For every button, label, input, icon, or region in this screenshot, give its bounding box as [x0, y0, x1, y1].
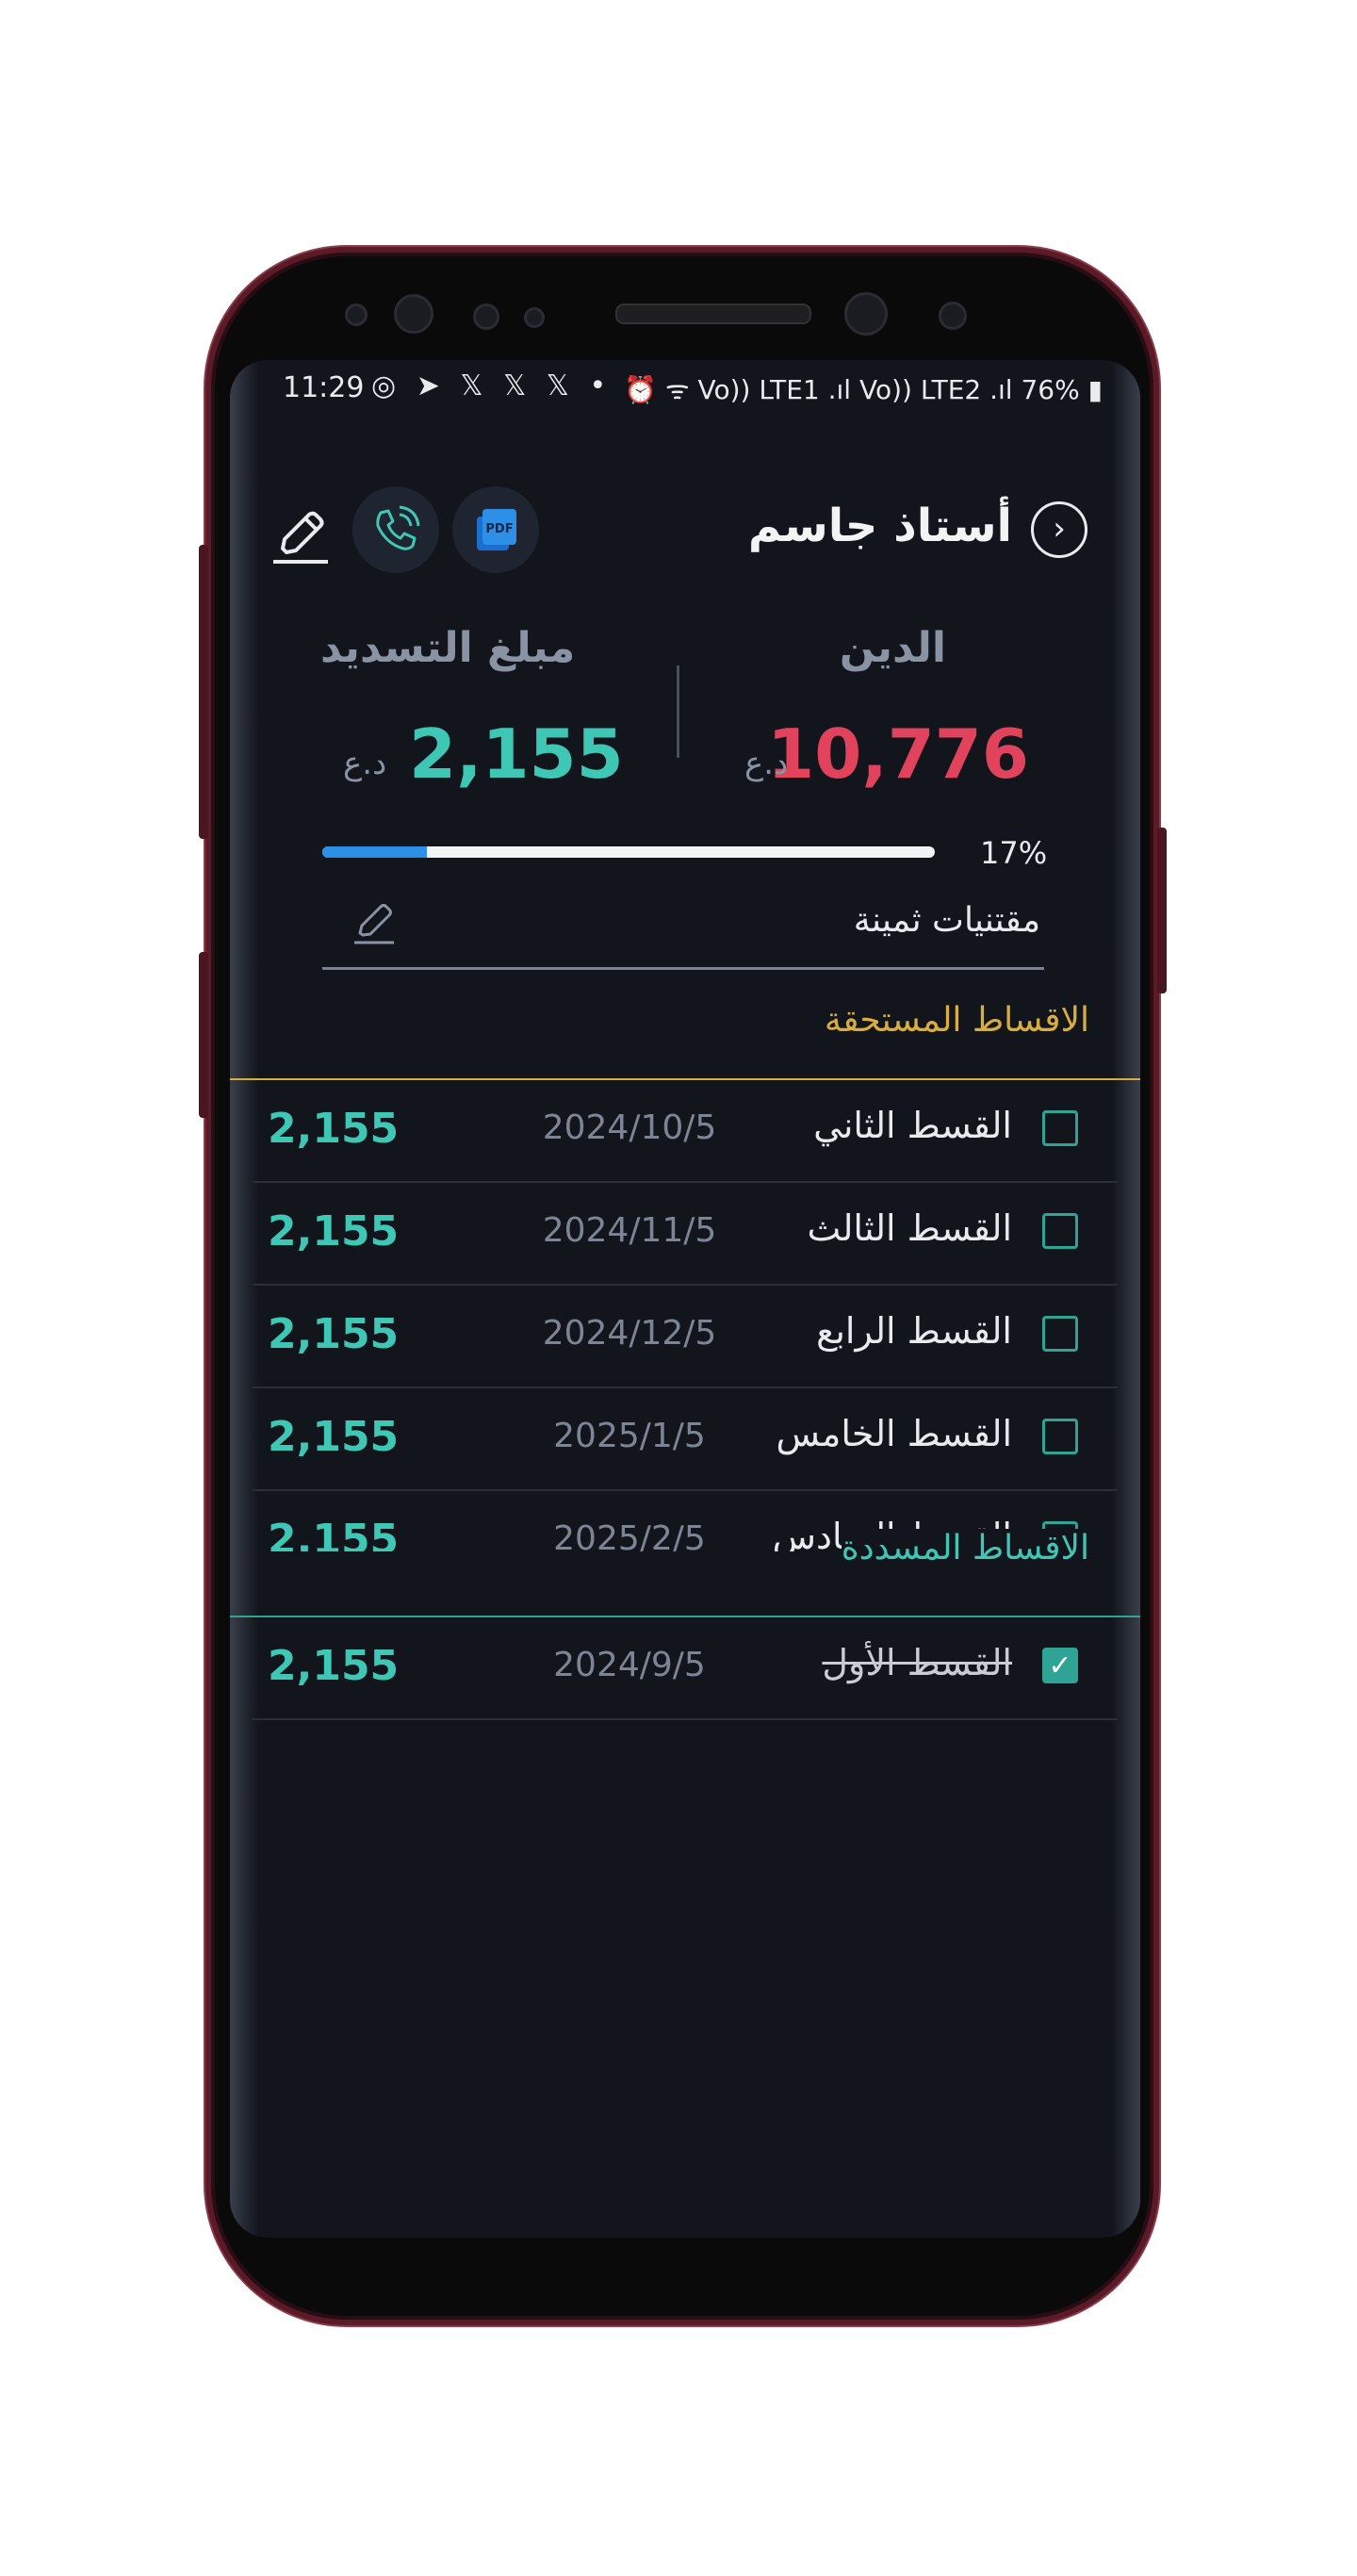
installment-date: 2024/9/5 [553, 1646, 706, 1684]
installment-checkbox[interactable] [1042, 1419, 1078, 1454]
debt-value: 10,776 [767, 714, 1029, 794]
app-header: › أستاذ جاسم PDF [230, 473, 1140, 586]
installment-row[interactable]: ✓ القسط الأول 2024/9/5 2,155 [253, 1617, 1118, 1720]
back-button[interactable]: › [1031, 501, 1087, 558]
progress-fill [322, 846, 427, 858]
pdf-icon: PDF [477, 509, 516, 550]
paid-installments-list[interactable]: ✓ القسط الأول 2024/9/5 2,155 [253, 1617, 1118, 1721]
debt-summary: الدين مبلغ التسديد 10,776 د.ع 2,155 د.ع [230, 624, 1140, 812]
paid-installments-title: الاقساط المسددة [841, 1529, 1089, 1567]
installment-date: 2025/2/5 [553, 1519, 706, 1551]
due-installments-list[interactable]: القسط الثاني 2024/10/5 2,155 القسط الثال… [253, 1080, 1118, 1551]
note-text: مقتنيات ثمينة [853, 901, 1040, 940]
svg-text:PDF: PDF [485, 522, 513, 536]
installment-name: القسط الثاني [813, 1105, 1012, 1146]
edit-button[interactable] [271, 507, 330, 566]
installment-name: القسط الأول [822, 1642, 1012, 1683]
installment-amount: 2,155 [268, 1310, 400, 1358]
installment-name: القسط الرابع [816, 1310, 1012, 1352]
installment-amount: 2,155 [268, 1642, 400, 1690]
sensor-icon [345, 304, 368, 326]
installment-row[interactable]: القسط الرابع 2024/12/5 2,155 [253, 1286, 1118, 1388]
call-button[interactable] [352, 486, 439, 573]
edit-note-button[interactable] [351, 899, 398, 946]
status-time: 11:29 [283, 371, 365, 404]
installment-date: 2024/10/5 [542, 1108, 717, 1147]
volume-down-button [199, 952, 208, 1118]
sensor-icon [394, 294, 433, 334]
installment-amount: 2,155 [268, 1105, 400, 1153]
debt-label: الدين [839, 624, 946, 672]
page-title: أستاذ جاسم [747, 500, 1012, 552]
earpiece-speaker [615, 304, 811, 324]
payment-currency: د.ع [343, 745, 387, 782]
note-field[interactable]: مقتنيات ثمينة [322, 888, 1044, 970]
power-button [1157, 828, 1167, 993]
progress-percent: 17% [980, 835, 1048, 871]
edit-icon [273, 511, 328, 564]
sensor-icon [524, 307, 545, 328]
debt-currency: د.ع [744, 745, 789, 782]
installment-amount: 2,155 [268, 1413, 400, 1461]
chevron-right-icon: › [1053, 510, 1066, 548]
installment-row[interactable]: القسط الثاني 2024/10/5 2,155 [253, 1080, 1118, 1183]
installment-date: 2025/1/5 [553, 1417, 706, 1455]
installment-checkbox-checked[interactable]: ✓ [1042, 1648, 1078, 1683]
installment-amount: 2,155 [268, 1207, 400, 1255]
payment-value: 2,155 [409, 714, 624, 794]
notification-icons: ◎ ➤ 𝕏 𝕏 𝕏 • [371, 369, 613, 402]
installment-name: القسط الخامس [776, 1413, 1012, 1454]
installment-name: القسط الثالث [807, 1207, 1012, 1249]
repayment-progress-bar [322, 846, 935, 858]
installment-checkbox[interactable] [1042, 1110, 1078, 1146]
installment-checkbox[interactable] [1042, 1213, 1078, 1249]
due-installments-title: الاقساط المستحقة [824, 1001, 1089, 1040]
status-bar: 11:29 ◎ ➤ 𝕏 𝕏 𝕏 • ⏰ ᯤ Vo)) LTE1 .ıl Vo))… [230, 360, 1140, 418]
volume-up-button [199, 545, 208, 839]
status-indicators: ⏰ ᯤ Vo)) LTE1 .ıl Vo)) LTE2 .ıl 76% ▮ [624, 374, 1103, 405]
edit-icon [354, 904, 394, 944]
app-screen: 11:29 ◎ ➤ 𝕏 𝕏 𝕏 • ⏰ ᯤ Vo)) LTE1 .ıl Vo))… [230, 360, 1140, 2238]
installment-amount: 2,155 [268, 1516, 400, 1551]
installment-date: 2024/12/5 [542, 1314, 717, 1353]
divider [677, 665, 679, 758]
sensor-icon [473, 304, 499, 330]
phone-icon [376, 505, 420, 550]
export-pdf-button[interactable]: PDF [452, 486, 539, 573]
payment-label: مبلغ التسديد [320, 624, 576, 672]
installment-row[interactable]: القسط الثالث 2024/11/5 2,155 [253, 1183, 1118, 1286]
checkmark-icon: ✓ [1048, 1649, 1072, 1682]
installment-row[interactable]: القسط الخامس 2025/1/5 2,155 [253, 1388, 1118, 1491]
installment-date: 2024/11/5 [542, 1211, 717, 1250]
front-camera-icon [844, 292, 888, 336]
sensor-icon [939, 302, 967, 330]
installment-checkbox[interactable] [1042, 1316, 1078, 1352]
